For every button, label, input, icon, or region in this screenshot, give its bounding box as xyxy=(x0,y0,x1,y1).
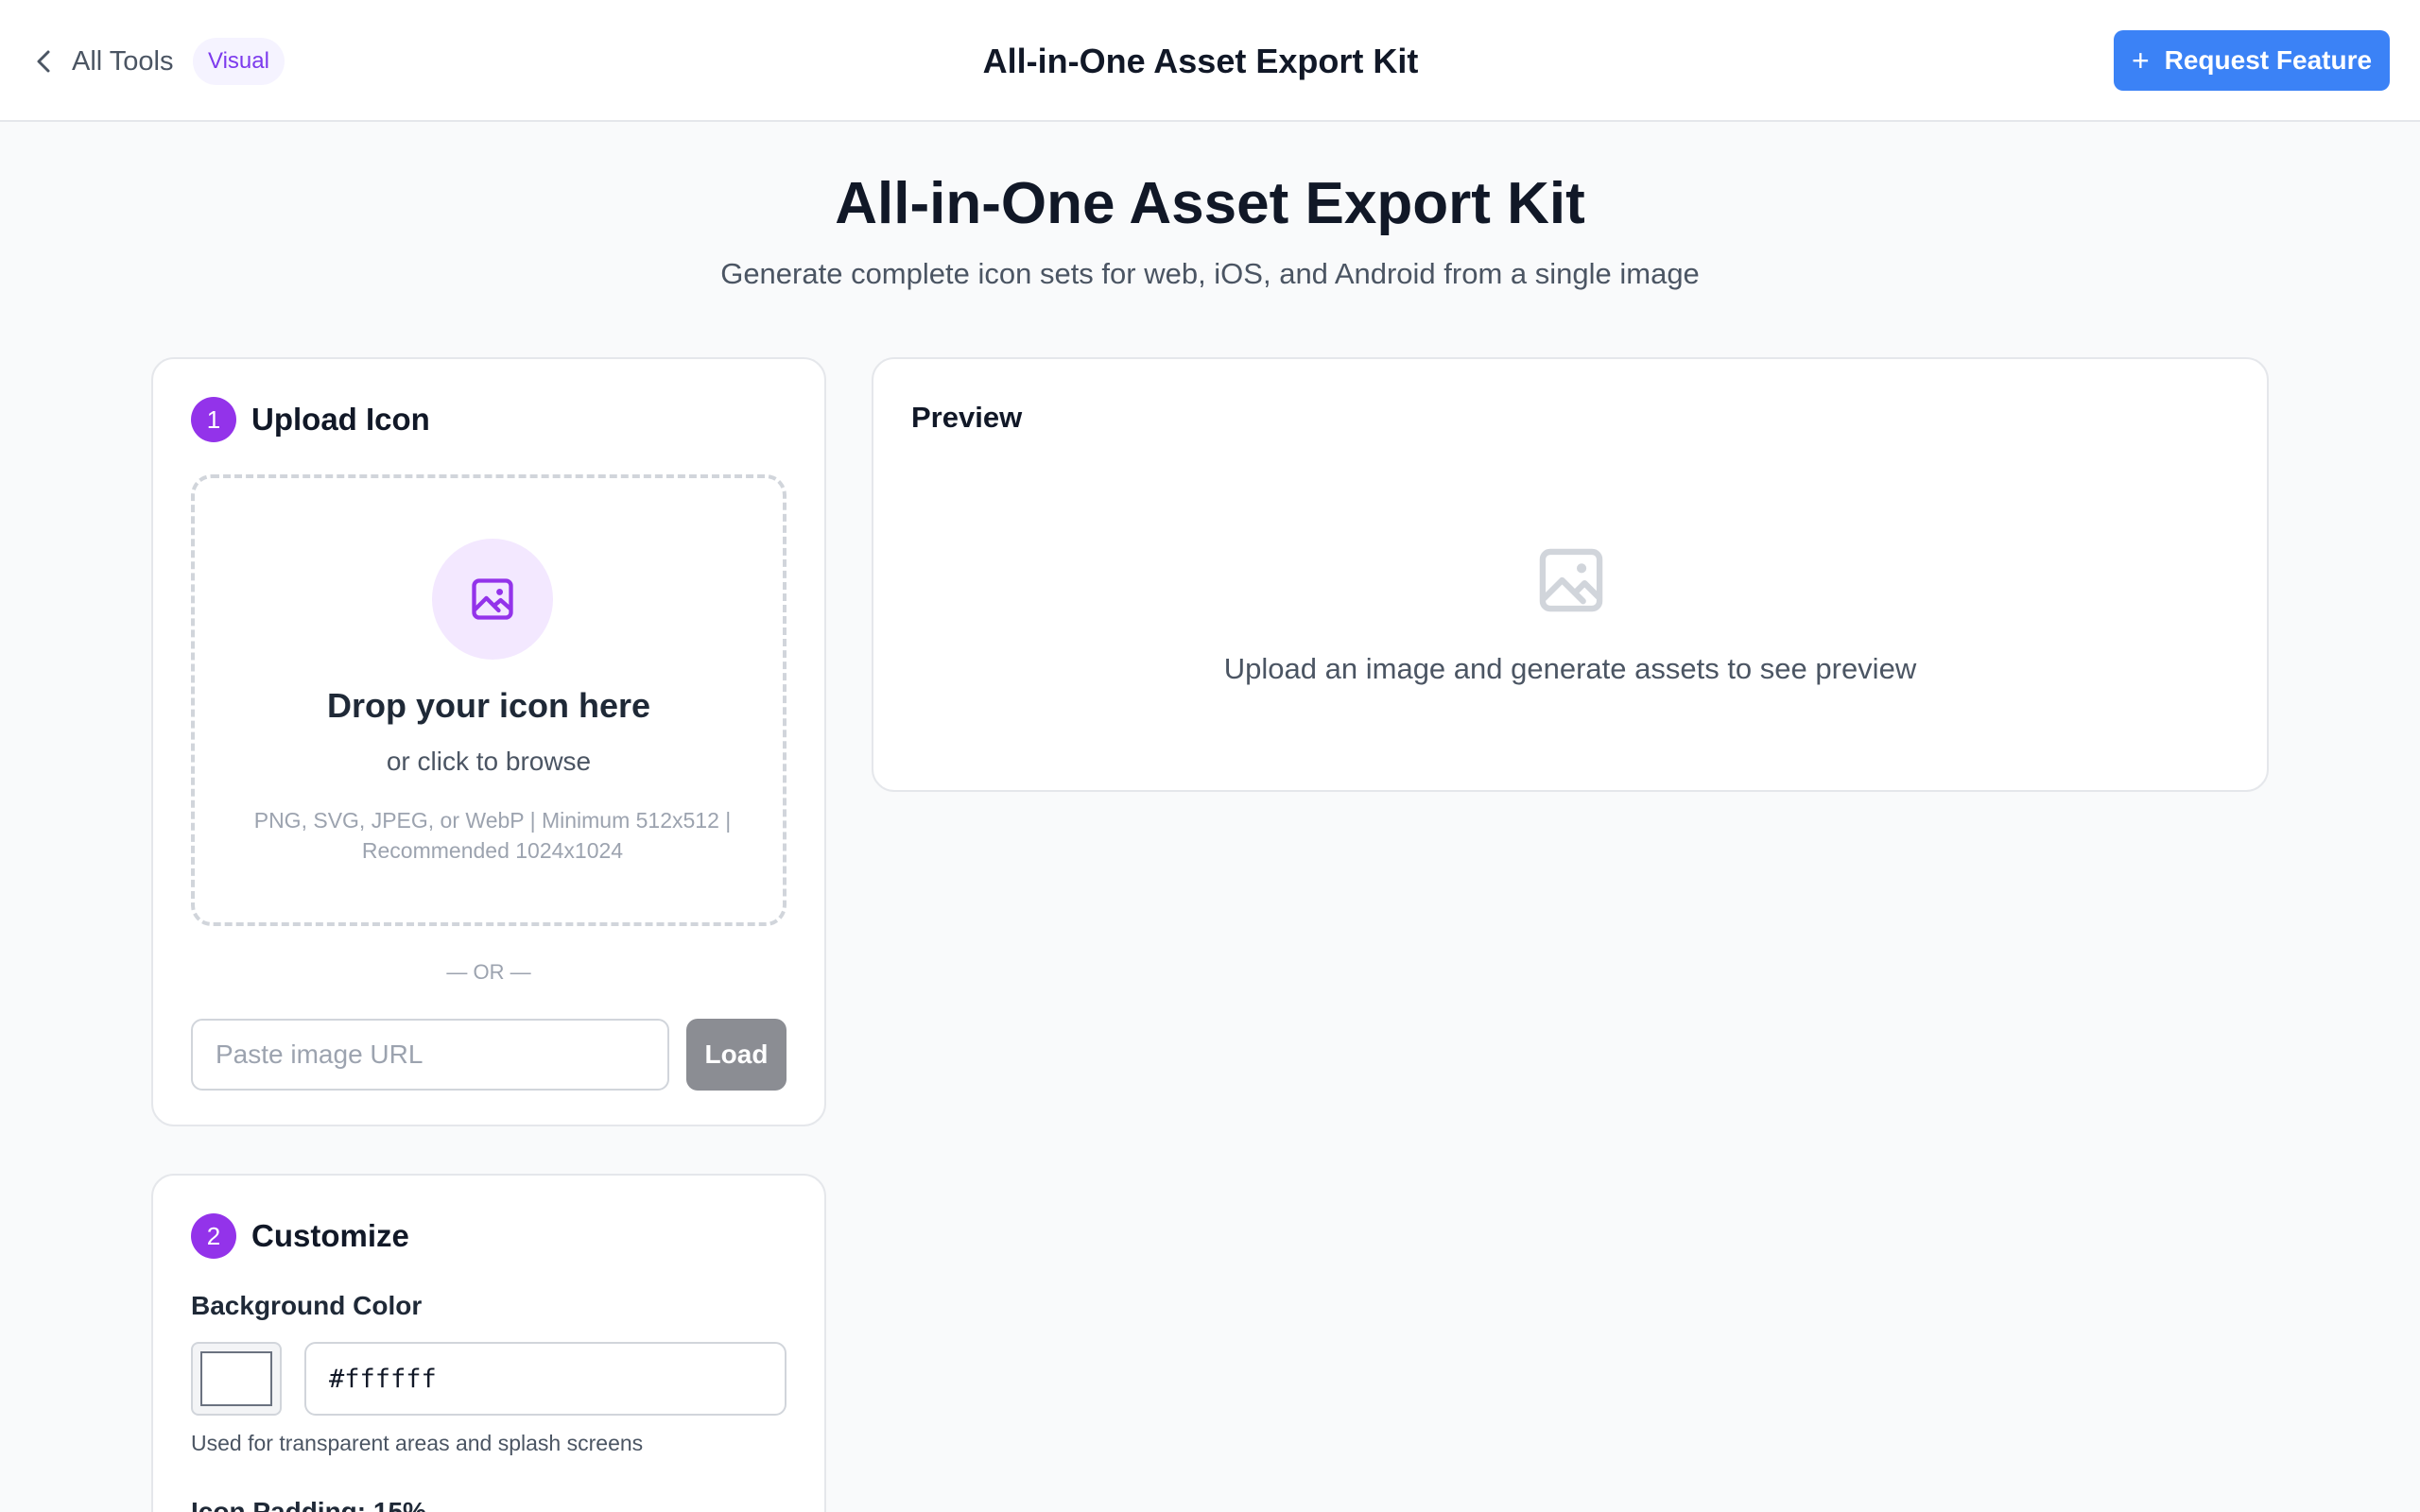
upload-card-header: 1 Upload Icon xyxy=(191,397,430,442)
image-icon xyxy=(472,578,513,620)
preview-empty-message: Upload an image and generate assets to s… xyxy=(1223,652,1917,685)
upload-card: 1 Upload Icon Drop your icon here or cli… xyxy=(151,357,826,1126)
step-number-badge: 1 xyxy=(191,397,236,442)
dropzone-format-hint: PNG, SVG, JPEG, or WebP | Minimum 512x51… xyxy=(253,808,732,863)
background-color-swatch[interactable] xyxy=(191,1342,282,1416)
load-button[interactable]: Load xyxy=(686,1019,786,1091)
step-number-badge: 2 xyxy=(191,1213,236,1259)
preview-title: Preview xyxy=(911,401,1023,434)
color-swatch-fill xyxy=(200,1351,272,1406)
customize-card: 2 Customize Background Color Used for tr… xyxy=(151,1174,826,1512)
request-feature-button[interactable]: + Request Feature xyxy=(2114,30,2390,91)
background-color-help: Used for transparent areas and splash sc… xyxy=(191,1431,644,1455)
plus-icon: + xyxy=(2131,43,2150,77)
or-separator: — OR — xyxy=(446,960,531,984)
page-title: All-in-One Asset Export Kit xyxy=(835,171,1585,236)
background-color-label: Background Color xyxy=(191,1291,423,1320)
header-title: All-in-One Asset Export Kit xyxy=(982,42,1419,80)
image-placeholder-icon xyxy=(1539,548,1603,612)
icon-dropzone[interactable]: Drop your icon here or click to browse P… xyxy=(191,474,786,926)
upload-card-title: Upload Icon xyxy=(251,402,430,437)
dropzone-subtitle: or click to browse xyxy=(386,747,592,776)
upload-icon-circle xyxy=(432,539,553,660)
image-url-input[interactable] xyxy=(191,1019,669,1091)
background-color-hex-input[interactable] xyxy=(304,1342,786,1416)
customize-card-header: 2 Customize xyxy=(191,1213,409,1259)
request-feature-label: Request Feature xyxy=(2164,45,2373,75)
icon-padding-label: Icon Padding: 15% xyxy=(191,1497,426,1512)
dropzone-title: Drop your icon here xyxy=(326,686,651,725)
preview-card: Preview Upload an image and generate ass… xyxy=(872,357,2269,792)
page-subtitle: Generate complete icon sets for web, iOS… xyxy=(720,257,1700,290)
customize-card-title: Customize xyxy=(251,1218,409,1253)
top-bar: All Tools Visual All-in-One Asset Export… xyxy=(0,0,2420,122)
